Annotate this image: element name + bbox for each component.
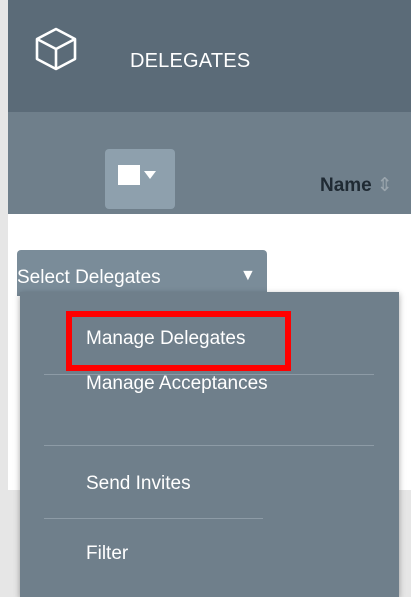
highlight-annotation: [66, 311, 291, 371]
bulk-action-toggle[interactable]: [105, 149, 175, 209]
column-header-label: Name: [320, 175, 372, 196]
menu-item-send-invites[interactable]: Send Invites: [86, 473, 191, 495]
menu-item-manage-acceptances[interactable]: Manage Acceptances: [86, 373, 268, 395]
caret-down-icon: ▼: [240, 267, 256, 284]
menu-divider: [44, 445, 374, 446]
module-title[interactable]: DELEGATES: [130, 50, 250, 73]
menu-item-filter[interactable]: Filter: [86, 543, 128, 565]
menu-divider: [44, 518, 263, 519]
cube-icon: [35, 27, 77, 71]
sort-icon[interactable]: ⇕: [377, 175, 393, 196]
module-header: DELEGATES: [8, 0, 411, 112]
select-delegates-tab[interactable]: Select Delegates ▼: [17, 250, 267, 296]
checkbox-dropdown-icon: [118, 165, 156, 185]
select-delegates-label: Select Delegates: [17, 267, 161, 288]
column-header-name[interactable]: Name ⇕: [320, 174, 393, 197]
table-header: Name ⇕: [8, 112, 411, 214]
